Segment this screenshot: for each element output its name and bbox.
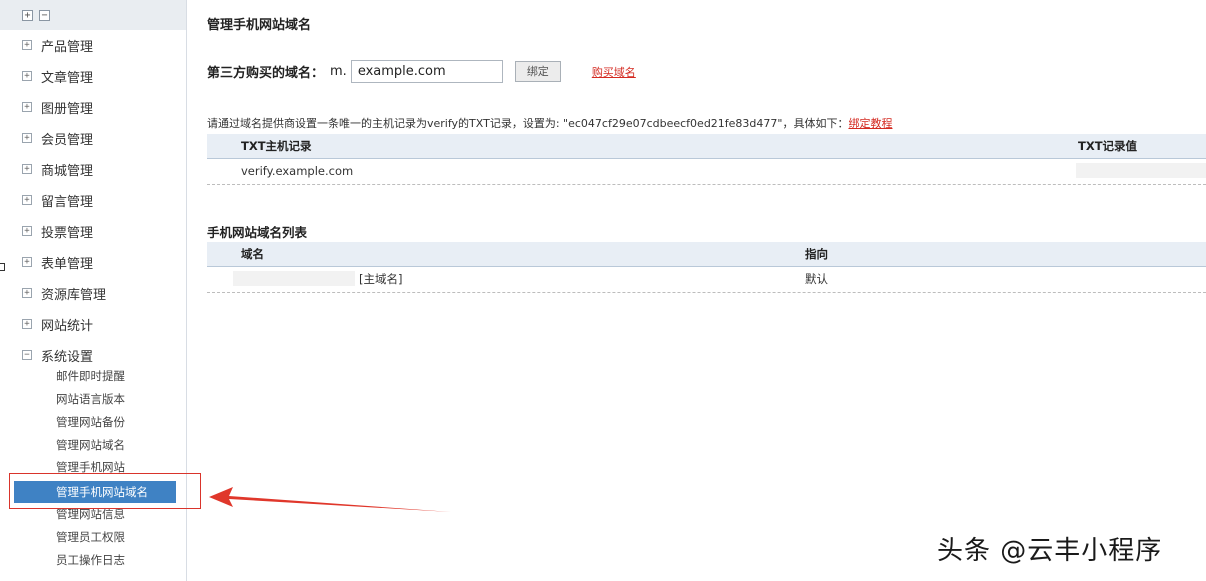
sidebar-subitem[interactable]: 管理网站域名 <box>56 436 125 454</box>
sidebar-item[interactable]: + 投票管理 <box>22 220 93 242</box>
expand-icon[interactable]: + <box>22 40 32 50</box>
column-header: 域名 <box>241 247 264 261</box>
sidebar-item[interactable]: + 产品管理 <box>22 34 93 56</box>
edge-marker <box>0 263 5 271</box>
domain-input[interactable]: example.com <box>350 60 503 83</box>
expand-all-icon[interactable]: + <box>22 9 33 21</box>
collapse-all-icon[interactable]: − <box>39 9 50 21</box>
bind-button[interactable]: 绑定 <box>514 61 561 82</box>
tutorial-link[interactable]: 绑定教程 <box>848 117 892 130</box>
domain-prefix: m. <box>330 64 347 79</box>
sidebar-subitem[interactable]: 员工操作日志 <box>56 551 125 569</box>
sidebar-item-label: 留言管理 <box>41 194 94 210</box>
target-cell: 默认 <box>805 272 828 286</box>
sidebar-item-label: 产品管理 <box>41 39 94 55</box>
sidebar-item-label: 会员管理 <box>41 132 94 148</box>
annotation-highlight-box <box>9 473 201 509</box>
sidebar-item[interactable]: + 图册管理 <box>22 96 93 118</box>
domain-list-table: 域名 指向 [主域名] 默认 <box>207 242 1206 293</box>
column-header: TXT记录值 <box>1078 139 1138 153</box>
sidebar-item[interactable]: + 网站统计 <box>22 313 93 335</box>
domain-row: 第三方购买的域名： m. example.com 绑定 购买域名 <box>207 60 636 83</box>
domain-list-title: 手机网站域名列表 <box>207 225 308 240</box>
sidebar-item-label: 商城管理 <box>41 163 94 179</box>
expand-icon[interactable]: + <box>22 226 32 236</box>
sidebar-item-label: 网站统计 <box>41 318 94 334</box>
buy-domain-link[interactable]: 购买域名 <box>592 64 636 80</box>
table-row: verify.example.com <box>207 159 1206 185</box>
column-header: 指向 <box>805 247 828 261</box>
expand-icon[interactable]: + <box>22 288 32 298</box>
sidebar-item[interactable]: + 表单管理 <box>22 251 93 273</box>
sidebar-item[interactable]: + 资源库管理 <box>22 282 106 304</box>
expand-icon[interactable]: + <box>22 133 32 143</box>
sidebar-item-label: 系统设置 <box>41 349 94 365</box>
expand-icon[interactable]: + <box>22 195 32 205</box>
txt-host-cell: verify.example.com <box>241 164 354 178</box>
txt-value-cell <box>1076 163 1206 178</box>
expand-icon[interactable]: + <box>22 164 32 174</box>
main-domain-tag: [主域名] <box>359 272 403 286</box>
column-header: TXT主机记录 <box>241 139 312 153</box>
sidebar-item-label: 图册管理 <box>41 101 94 117</box>
annotation-arrow-icon <box>209 487 451 512</box>
expand-icon[interactable]: + <box>22 319 32 329</box>
sidebar-item[interactable]: − 系统设置 <box>22 344 93 366</box>
table-row: [主域名] 默认 <box>207 267 1206 293</box>
sidebar-item[interactable]: + 文章管理 <box>22 65 93 87</box>
sidebar-item-label: 文章管理 <box>41 70 94 86</box>
sidebar-subitem[interactable]: 管理网站备份 <box>56 413 125 431</box>
sidebar-item-label: 投票管理 <box>41 225 94 241</box>
table-header: TXT主机记录 TXT记录值 <box>207 134 1206 159</box>
instruction-text: 请通过域名提供商设置一条唯一的主机记录为verify的TXT记录，设置为: "e… <box>207 117 849 130</box>
expand-icon[interactable]: + <box>22 102 32 112</box>
sidebar-item-label: 资源库管理 <box>41 287 107 303</box>
watermark: 头条 @云丰小程序 <box>937 536 1163 566</box>
collapse-icon[interactable]: − <box>22 350 32 360</box>
sidebar-subitem[interactable]: 管理员工权限 <box>56 528 125 546</box>
sidebar-item[interactable]: + 商城管理 <box>22 158 93 180</box>
txt-record-table: TXT主机记录 TXT记录值 verify.example.com <box>207 134 1206 185</box>
domain-label: 第三方购买的域名： <box>207 66 325 81</box>
txt-instruction: 请通过域名提供商设置一条唯一的主机记录为verify的TXT记录，设置为: "e… <box>207 115 892 131</box>
sidebar-subitem[interactable]: 网站语言版本 <box>56 390 125 408</box>
sidebar-item-label: 表单管理 <box>41 256 94 272</box>
expand-icon[interactable]: + <box>22 257 32 267</box>
expand-icon[interactable]: + <box>22 71 32 81</box>
sidebar-item[interactable]: + 留言管理 <box>22 189 93 211</box>
sidebar-item[interactable]: + 会员管理 <box>22 127 93 149</box>
sidebar-toolbar: + − <box>0 0 186 30</box>
table-header: 域名 指向 <box>207 242 1206 267</box>
page-title: 管理手机网站域名 <box>207 18 312 33</box>
sidebar-subitem[interactable]: 邮件即时提醒 <box>56 367 125 385</box>
domain-cell <box>233 271 355 286</box>
